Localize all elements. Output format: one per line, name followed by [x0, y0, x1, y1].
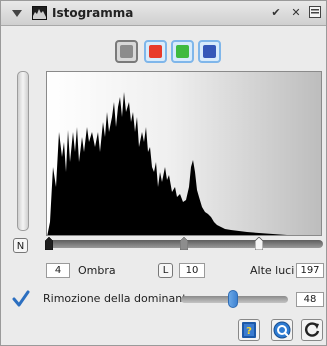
midtone-field[interactable]: 10 — [179, 263, 205, 278]
gray-swatch — [120, 45, 133, 58]
histogram-panel: Istogramma ✔ ✕ N 4 Ombra L 10 Alte luci … — [0, 0, 327, 346]
highlight-handle[interactable] — [254, 236, 264, 251]
dominant-value-field[interactable]: 48 — [296, 292, 324, 307]
channel-red-button[interactable] — [144, 40, 167, 63]
midtone-handle[interactable] — [179, 236, 189, 251]
histogram-graph — [46, 71, 322, 236]
auto-icon — [273, 321, 291, 339]
highlight-field[interactable]: 197 — [296, 263, 324, 278]
channel-blue-button[interactable] — [198, 40, 221, 63]
histogram-plot — [47, 92, 287, 235]
auto-button[interactable] — [271, 319, 293, 341]
histogram-shape — [47, 92, 287, 235]
panel-title: Istogramma — [52, 6, 134, 20]
menu-icon[interactable] — [308, 6, 322, 20]
highlight-label: Alte luci — [250, 264, 295, 277]
vertical-scale-slider[interactable] — [17, 71, 29, 231]
dominant-checkbox[interactable] — [12, 290, 30, 308]
shadow-label: Ombra — [78, 264, 116, 277]
normalize-button[interactable]: N — [13, 238, 28, 253]
reset-icon — [305, 322, 320, 337]
histogram-app-icon — [32, 6, 47, 20]
panel-titlebar: Istogramma ✔ ✕ — [1, 1, 326, 26]
channel-green-button[interactable] — [171, 40, 194, 63]
green-swatch — [176, 45, 189, 58]
blue-swatch — [203, 45, 216, 58]
channel-luminance-button[interactable] — [115, 40, 138, 63]
help-icon: ? — [242, 322, 256, 338]
close-icon[interactable]: ✕ — [289, 6, 303, 20]
collapse-triangle-icon[interactable] — [12, 10, 22, 17]
reset-button[interactable] — [301, 319, 323, 341]
help-button[interactable]: ? — [238, 319, 260, 341]
dominant-slider-knob[interactable] — [228, 290, 238, 308]
svg-text:?: ? — [246, 326, 252, 337]
linear-button[interactable]: L — [158, 263, 173, 278]
shadow-handle[interactable] — [44, 236, 54, 251]
dominant-label: Rimozione della dominante — [43, 292, 194, 305]
shadow-field[interactable]: 4 — [46, 263, 70, 278]
check-icon[interactable]: ✔ — [269, 6, 283, 20]
red-swatch — [149, 45, 162, 58]
